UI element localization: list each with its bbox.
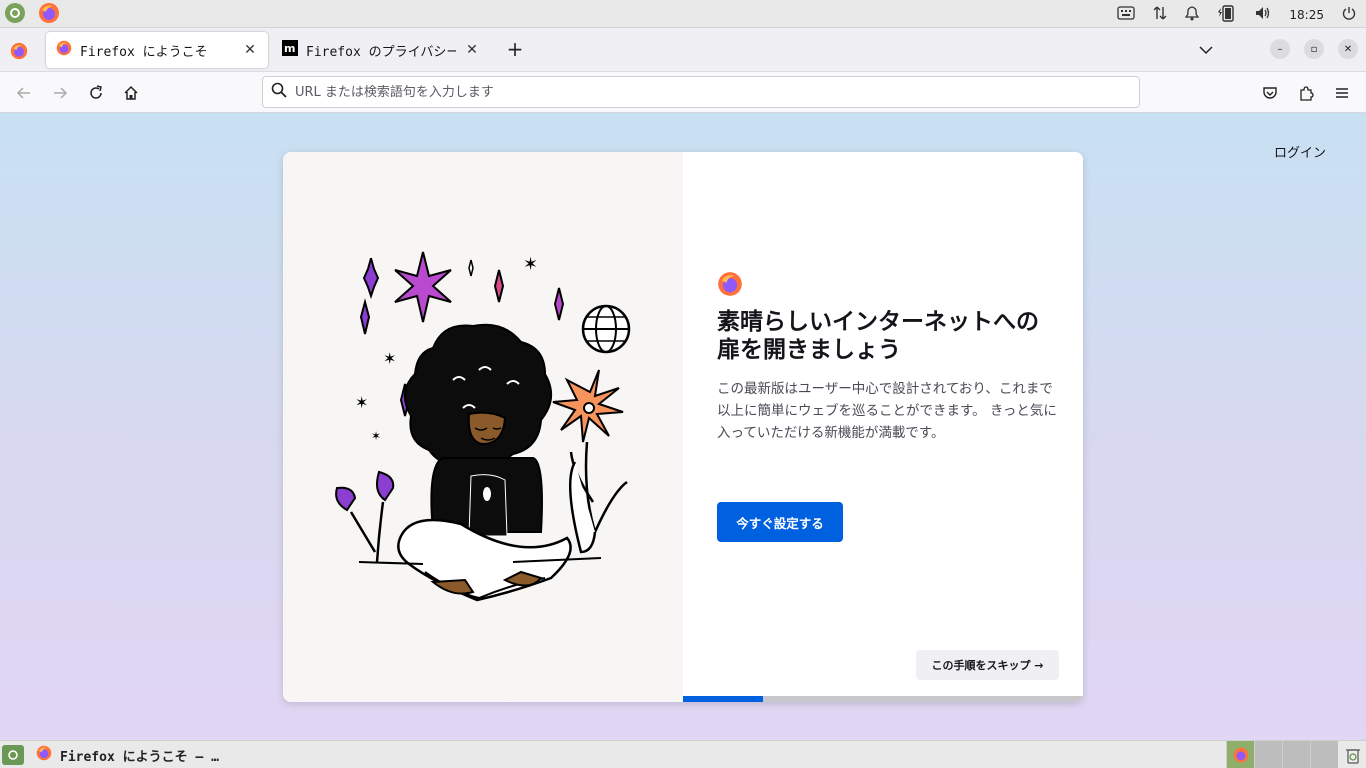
- workspace-4[interactable]: [1310, 741, 1338, 768]
- firefox-view-icon[interactable]: [8, 40, 30, 62]
- system-menu-icon[interactable]: [4, 2, 26, 24]
- clock[interactable]: 18:25: [1289, 8, 1324, 22]
- firefox-icon: [56, 40, 72, 60]
- volume-icon[interactable]: [1255, 6, 1271, 23]
- onboarding-card: ✶ ✶ ✶ ✶ 素晴らしいインターネットへの扉を開きましょう この最新版はユーザ…: [283, 152, 1083, 702]
- tab-privacy[interactable]: m Firefox のプライバシーに関 ✕: [272, 32, 490, 68]
- welcome-panel: 素晴らしいインターネットへの扉を開きましょう この最新版はユーザー中心で設計され…: [683, 152, 1083, 702]
- login-link[interactable]: ログイン: [1274, 142, 1326, 161]
- person-with-laptop-illustration: ✶ ✶ ✶ ✶: [335, 251, 631, 602]
- navigation-bar: [0, 72, 1366, 113]
- progress-bar: [683, 696, 1083, 702]
- close-icon[interactable]: ✕: [464, 42, 480, 58]
- tab-title: Firefox にようこそ: [80, 44, 208, 60]
- workspace-2[interactable]: [1254, 741, 1282, 768]
- taskbar: Firefox にようこそ — …: [0, 740, 1366, 768]
- extensions-icon[interactable]: [1295, 82, 1317, 104]
- workspace-3[interactable]: [1282, 741, 1310, 768]
- trash-icon[interactable]: [1342, 743, 1364, 767]
- illustration-panel: ✶ ✶ ✶ ✶: [283, 152, 683, 702]
- workspace-1[interactable]: [1226, 741, 1254, 768]
- taskbar-window-title: Firefox にようこそ — …: [60, 749, 219, 765]
- welcome-title: 素晴らしいインターネットへの扉を開きましょう: [717, 309, 1039, 363]
- firefox-icon: [36, 745, 52, 765]
- workspace-switcher: [1226, 741, 1338, 768]
- close-icon[interactable]: ✕: [242, 42, 258, 58]
- url-input[interactable]: [295, 84, 1139, 100]
- pocket-icon[interactable]: [1259, 82, 1281, 104]
- forward-icon[interactable]: [49, 82, 71, 104]
- battery-icon[interactable]: [1217, 4, 1237, 25]
- minimize-button[interactable]: –: [1270, 39, 1290, 59]
- url-bar[interactable]: [262, 76, 1140, 108]
- search-icon: [271, 82, 287, 102]
- menu-icon[interactable]: [1331, 82, 1353, 104]
- keyboard-icon[interactable]: [1117, 6, 1136, 23]
- close-window-button[interactable]: ✕: [1338, 39, 1358, 59]
- firefox-icon[interactable]: [38, 2, 60, 24]
- system-panel: 18:25: [0, 0, 1366, 28]
- svg-text:✶: ✶: [355, 393, 368, 412]
- home-icon[interactable]: [120, 82, 142, 104]
- firefox-logo-icon: [717, 271, 743, 297]
- skip-step-button[interactable]: この手順をスキップ →: [916, 650, 1059, 680]
- taskbar-window-item[interactable]: Firefox にようこそ — …: [36, 744, 219, 766]
- svg-text:m: m: [284, 42, 295, 55]
- plus-icon[interactable]: +: [504, 38, 526, 60]
- progress-fill: [683, 696, 763, 702]
- app-menu-icon[interactable]: [2, 745, 24, 765]
- tab-title: Firefox のプライバシーに関: [306, 44, 456, 60]
- svg-text:✶: ✶: [523, 254, 538, 275]
- chevron-down-icon[interactable]: [1196, 40, 1216, 60]
- mozilla-icon: m: [282, 40, 298, 60]
- bell-icon[interactable]: [1185, 5, 1200, 24]
- network-icon[interactable]: [1153, 5, 1167, 24]
- back-icon[interactable]: [13, 82, 35, 104]
- svg-text:✶: ✶: [371, 429, 381, 443]
- tab-welcome[interactable]: Firefox にようこそ ✕: [46, 32, 268, 68]
- tab-strip: Firefox にようこそ ✕ m Firefox のプライバシーに関 ✕ + …: [0, 28, 1366, 72]
- welcome-description: この最新版はユーザー中心で設計されており、これまで以上に簡単にウェブを巡ることが…: [717, 381, 1057, 441]
- setup-now-button[interactable]: 今すぐ設定する: [717, 502, 843, 542]
- power-icon[interactable]: [1342, 6, 1356, 23]
- reload-icon[interactable]: [85, 82, 107, 104]
- page-content: ログイン ✶ ✶ ✶ ✶ 素晴らしいインターネットへの扉を開きましょう この最新…: [0, 113, 1366, 740]
- restore-button[interactable]: ▫: [1304, 39, 1324, 59]
- svg-text:✶: ✶: [383, 349, 396, 368]
